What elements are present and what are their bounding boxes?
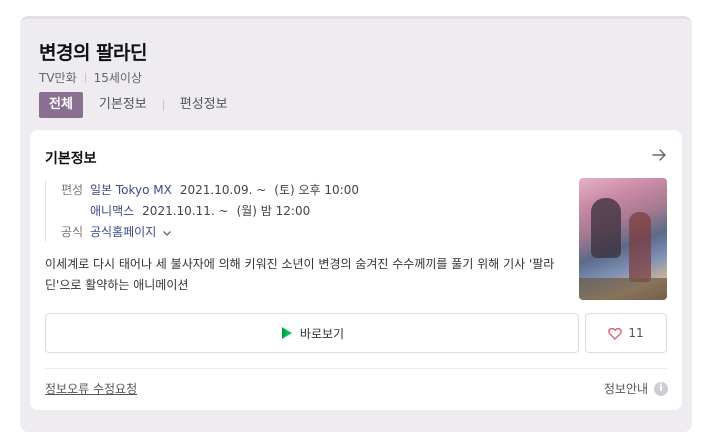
official-site-link[interactable]: 공식홈페이지 (90, 222, 172, 243)
empty-label (61, 201, 90, 222)
tab-bar: 전체 기본정보 편성정보 (39, 92, 238, 118)
schedule-date: 2021.10.09. ~ (179, 183, 267, 197)
channel-link[interactable]: 일본 Tokyo MX (90, 180, 172, 201)
tab-divider (162, 99, 164, 111)
poster-image[interactable] (579, 178, 667, 300)
info-guide-label: 정보안내 (603, 382, 648, 396)
schedule-label: 편성 (61, 183, 84, 197)
schedule-date: 2021.10.11. ~ (142, 204, 229, 218)
official-site-label: 공식홈페이지 (90, 225, 157, 239)
info-guide-button[interactable]: 정보안내 i (604, 380, 668, 397)
channel-link[interactable]: 애니맥스 (90, 201, 134, 222)
info-list: 편성 일본 Tokyo MX 2021.10.09. ~ (토) 오후 10:0… (45, 180, 367, 242)
like-count: 11 (628, 326, 644, 340)
rating-text: 15세이상 (93, 71, 143, 85)
arrow-right-icon[interactable] (650, 146, 668, 164)
tab-all[interactable]: 전체 (39, 92, 83, 118)
watch-label: 바로보기 (299, 326, 345, 341)
tab-basic-info[interactable]: 기본정보 (89, 92, 157, 118)
info-icon: i (654, 381, 668, 396)
schedule-time: (토) 오후 10:00 (274, 183, 359, 197)
basic-info-card: 기본정보 편성 일본 Tokyo MX 2021.10.09. ~ (토) 오후… (30, 130, 682, 410)
play-icon (281, 327, 292, 339)
meta-line: TV만화 15세이상 (39, 69, 142, 86)
category-text: TV만화 (39, 71, 77, 85)
schedule-row: 편성 일본 Tokyo MX 2021.10.09. ~ (토) 오후 10:0… (61, 180, 367, 201)
watch-button[interactable]: 바로보기 (45, 313, 579, 353)
description-text: 이세계로 다시 태어나 세 불사자에 의해 키워진 소년이 변경의 숨겨진 수수… (45, 257, 555, 292)
chevron-down-icon (163, 230, 172, 236)
meta-divider (84, 72, 86, 83)
heart-icon (608, 327, 623, 340)
schedule-time: (월) 밤 12:00 (236, 204, 311, 218)
footer-divider (45, 368, 667, 369)
page-title: 변경의 팔라딘 (39, 42, 148, 64)
like-button[interactable]: 11 (585, 313, 667, 353)
report-error-link[interactable]: 정보오류 수정요청 (45, 380, 137, 397)
tab-schedule-info[interactable]: 편성정보 (170, 92, 238, 118)
schedule-row: 애니맥스 2021.10.11. ~ (월) 밤 12:00 (61, 201, 367, 222)
card-title: 기본정보 (45, 151, 97, 167)
official-label: 공식 (61, 225, 84, 239)
info-panel: 변경의 팔라딘 TV만화 15세이상 전체 기본정보 편성정보 기본정보 편성 … (20, 16, 692, 432)
official-row: 공식 공식홈페이지 (61, 222, 367, 243)
